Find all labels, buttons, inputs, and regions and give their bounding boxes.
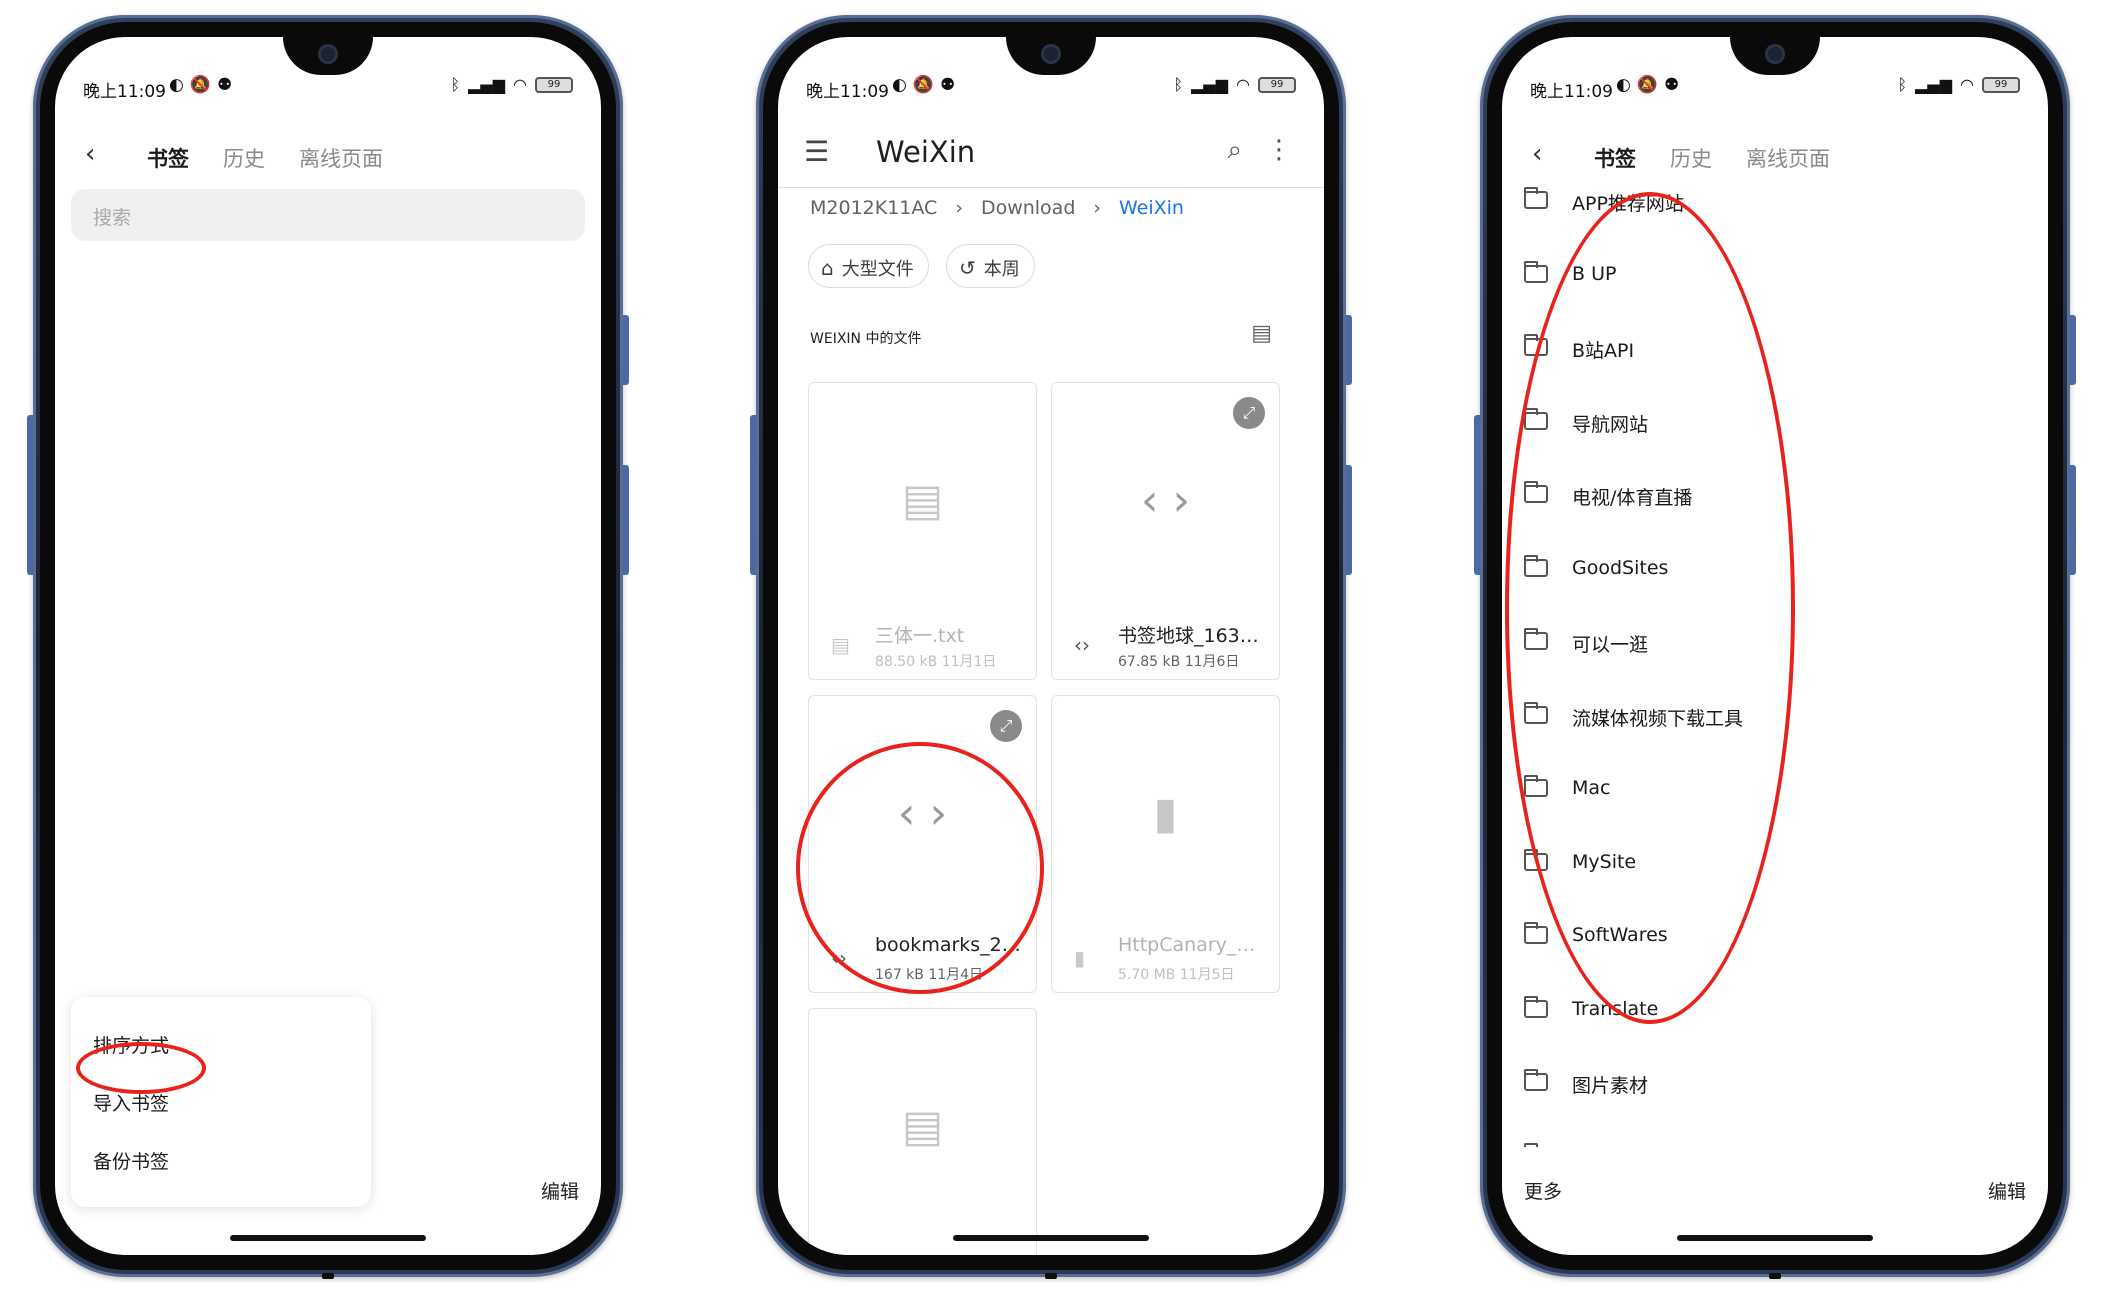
signal-icon: ▂▄▆ (468, 75, 506, 94)
edit-button[interactable]: 编辑 (541, 1177, 579, 1204)
code-icon: ‹› (1074, 633, 1090, 657)
wifi-icon: ◠ (513, 75, 527, 94)
dnd-icons: ◐🔕⚉ (1616, 75, 1686, 95)
menu-item-backup-bookmarks[interactable]: 备份书签 (93, 1147, 169, 1174)
search-icon[interactable]: ⌕ (1227, 135, 1242, 166)
back-arrow-icon[interactable]: ‹ (1532, 139, 1542, 169)
file-card[interactable]: ▤ ▤ 三体一.txt 88.50 kB 11月1日 (808, 382, 1037, 680)
section-title: WEIXIN 中的文件 (810, 331, 922, 347)
screen-file-manager: 晚上11:09 ◐🔕⚉ ᛒ ▂▄▆ ◠ 99 ☰ WeiXin ⌕ ⋮ M201… (778, 37, 1324, 1255)
breadcrumb-weixin[interactable]: WeiXin (1119, 197, 1184, 219)
page-title: WeiXin (876, 135, 976, 169)
search-input[interactable]: 搜索 (71, 189, 585, 241)
edit-button[interactable]: 编辑 (1988, 1177, 2026, 1204)
camera-notch (1730, 37, 1820, 75)
home-indicator (230, 1235, 426, 1241)
file-card[interactable]: ▤ (808, 1008, 1037, 1255)
document-icon: ▤ (901, 475, 944, 526)
status-bar: 晚上11:09 ◐🔕⚉ ᛒ ▂▄▆ ◠ 99 (83, 73, 573, 103)
phone-frame-2: 晚上11:09 ◐🔕⚉ ᛒ ▂▄▆ ◠ 99 ☰ WeiXin ⌕ ⋮ M201… (750, 15, 1352, 1279)
document-icon: ▤ (831, 633, 850, 657)
annotation-circle-bookmarks-file (796, 742, 1044, 994)
wifi-icon: ◠ (1236, 75, 1250, 94)
status-time: 晚上11:09 (806, 82, 889, 102)
status-time: 晚上11:09 (1530, 82, 1613, 102)
tab-bookmarks[interactable]: 书签 (147, 143, 189, 173)
file-name: 三体一.txt (875, 625, 965, 647)
home-indicator (1677, 1235, 1873, 1241)
history-icon: ↺ (959, 256, 976, 280)
folder-icon (1524, 187, 1548, 209)
file-meta: 67.85 kB 11月6日 (1118, 654, 1240, 670)
folder-icon (1524, 1069, 1548, 1091)
overflow-menu-icon[interactable]: ⋮ (1266, 135, 1292, 165)
tab-offline[interactable]: 离线页面 (1746, 143, 1830, 173)
bluetooth-icon: ᛒ (1897, 75, 1908, 94)
breadcrumb-device[interactable]: M2012K11AC (810, 197, 937, 219)
menu-icon[interactable]: ☰ (804, 135, 829, 168)
signal-icon: ▂▄▆ (1191, 75, 1229, 94)
annotation-circle-import (76, 1042, 206, 1094)
chevron-right-icon: › (1093, 197, 1101, 219)
file-card[interactable]: ▮ ▮ HttpCanary_… 5.70 MB 11月5日 (1051, 695, 1280, 993)
dnd-icons: ◐🔕⚉ (892, 75, 962, 95)
document-icon: ▤ (901, 1101, 944, 1152)
battery-icon: 99 (1982, 76, 2020, 93)
chip-large-files[interactable]: ⌂ 大型文件 (808, 244, 929, 288)
expand-icon[interactable]: ⤢ (990, 710, 1022, 742)
app-bar: ☰ WeiXin ⌕ ⋮ (778, 121, 1324, 185)
code-icon: ‹ › (1140, 475, 1191, 526)
bookmark-tabs: ‹ 书签 历史 离线页面 (1532, 139, 2018, 179)
back-arrow-icon[interactable]: ‹ (85, 139, 95, 169)
bookmark-tabs: ‹ 书签 历史 离线页面 (85, 139, 571, 179)
signal-icon: ▂▄▆ (1915, 75, 1953, 94)
file-name: 书签地球_163… (1118, 625, 1259, 647)
file-name: HttpCanary_… (1118, 934, 1256, 956)
tab-history[interactable]: 历史 (1670, 143, 1712, 173)
tag-icon: ⌂ (821, 256, 834, 280)
status-bar: 晚上11:09 ◐🔕⚉ ᛒ ▂▄▆ ◠ 99 (1530, 73, 2020, 103)
folder-label: 图片素材 (1572, 1075, 1649, 1097)
file-meta: 5.70 MB 11月5日 (1118, 967, 1235, 983)
tab-offline[interactable]: 离线页面 (299, 143, 383, 173)
document-icon: ▮ (1074, 946, 1086, 970)
annotation-ellipse-folders (1505, 192, 1795, 1024)
status-time: 晚上11:09 (83, 82, 166, 102)
file-card[interactable]: ⤢ ‹ › ‹› 书签地球_163… 67.85 kB 11月6日 (1051, 382, 1280, 680)
folder-icon (1524, 260, 1548, 283)
chip-this-week[interactable]: ↺ 本周 (946, 244, 1035, 288)
document-icon: ▮ (1153, 788, 1178, 839)
popup-menu: 排序方式 导入书签 备份书签 (71, 997, 371, 1207)
file-meta: 88.50 kB 11月1日 (875, 654, 997, 670)
folder-icon (1524, 995, 1548, 1018)
tab-history[interactable]: 历史 (223, 143, 265, 173)
dnd-icons: ◐🔕⚉ (169, 75, 239, 95)
tab-bookmarks[interactable]: 书签 (1594, 143, 1636, 173)
battery-icon: 99 (535, 76, 573, 93)
bluetooth-icon: ᛒ (1173, 75, 1184, 94)
chevron-right-icon: › (955, 197, 963, 219)
folder-icon (1524, 922, 1548, 944)
breadcrumb: M2012K11AC › Download › WeiXin (810, 197, 1184, 219)
home-indicator (953, 1235, 1149, 1241)
bluetooth-icon: ᛒ (450, 75, 461, 94)
folder-item[interactable]: Translate (1524, 995, 2026, 1038)
camera-notch (1006, 37, 1096, 75)
status-bar: 晚上11:09 ◐🔕⚉ ᛒ ▂▄▆ ◠ 99 (806, 73, 1296, 103)
camera-notch (283, 37, 373, 75)
battery-icon: 99 (1258, 76, 1296, 93)
list-view-icon[interactable]: ▤ (1251, 321, 1272, 346)
folder-item[interactable]: 图片素材 (1524, 1069, 2026, 1111)
more-button[interactable]: 更多 (1524, 1177, 1562, 1204)
breadcrumb-download[interactable]: Download (981, 197, 1075, 219)
expand-icon[interactable]: ⤢ (1233, 397, 1265, 429)
wifi-icon: ◠ (1960, 75, 1974, 94)
